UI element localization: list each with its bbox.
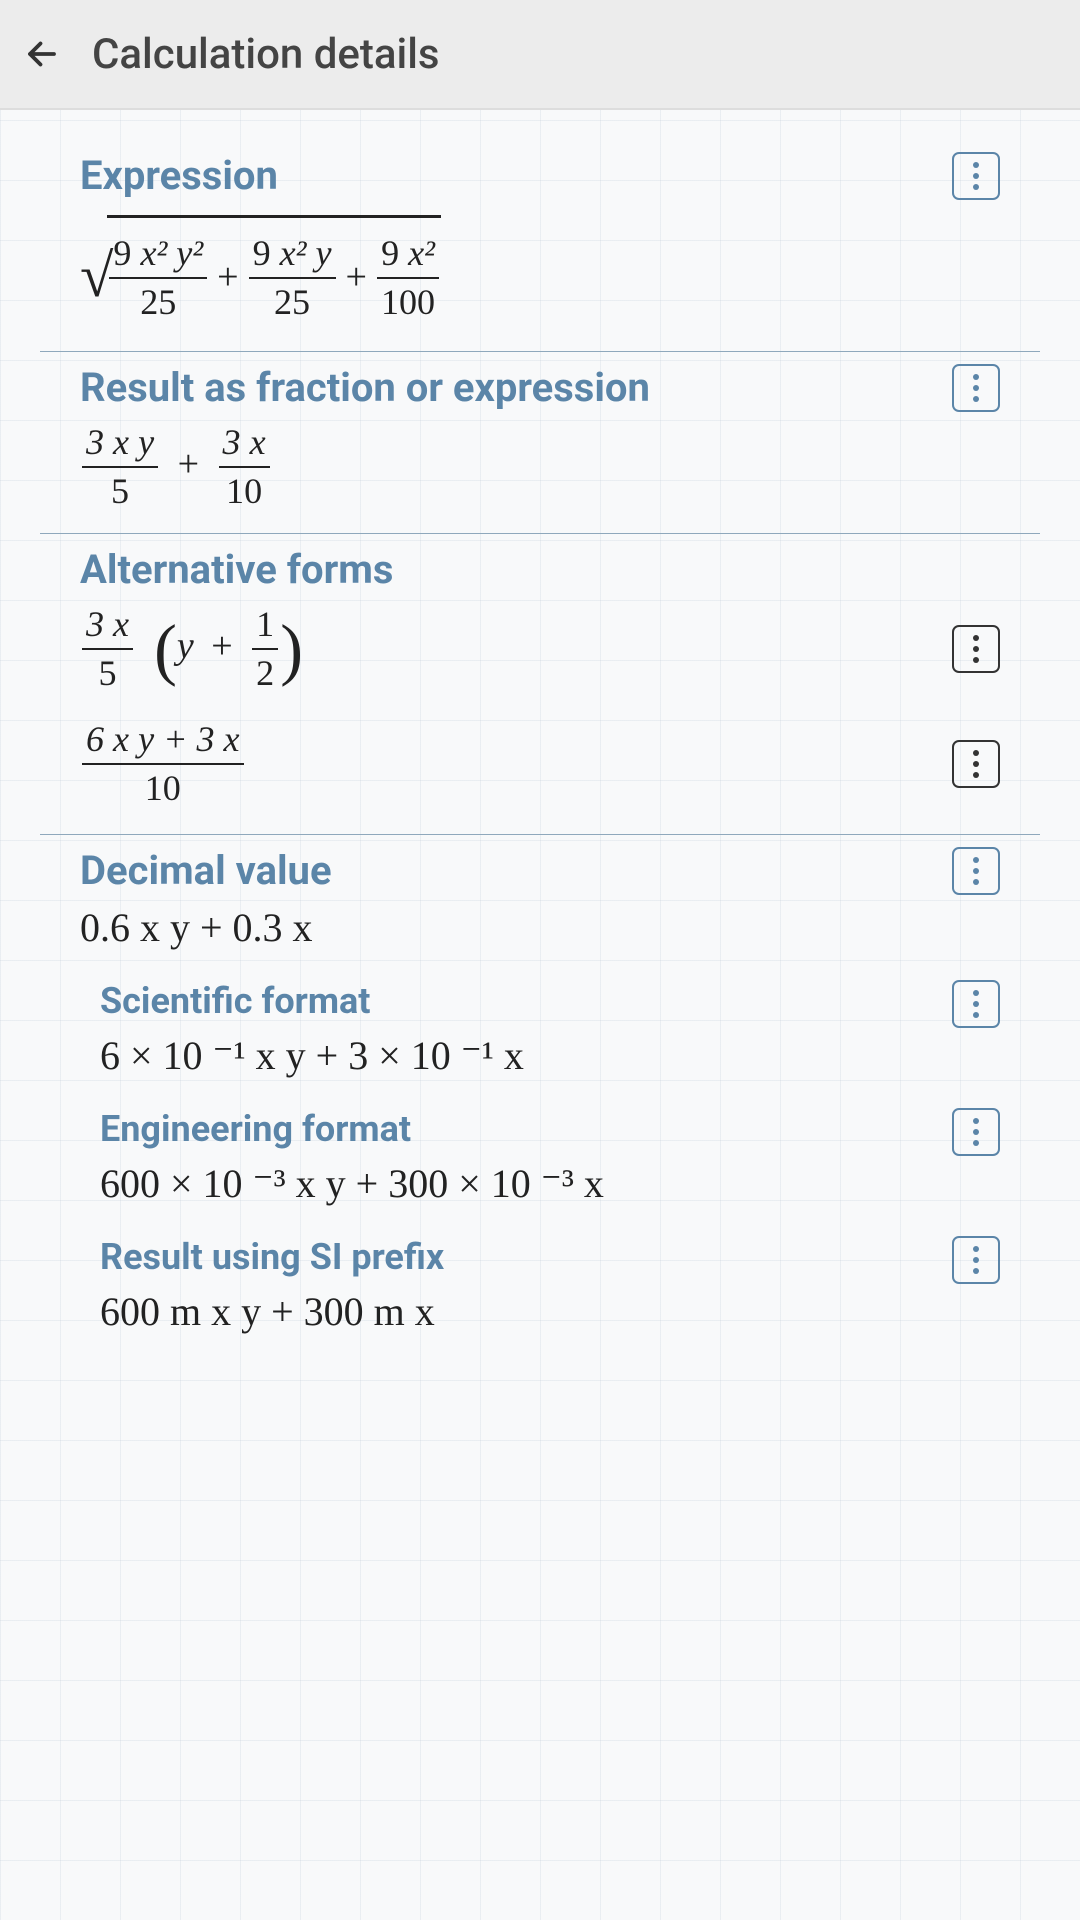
decimal-more-button[interactable] [952,847,1000,895]
expression-more-button[interactable] [952,152,1000,200]
si-prefix-more-button[interactable] [952,1236,1000,1284]
fres-t2-num: 3 x [219,421,270,468]
expr-t1-den: 25 [136,279,180,324]
dots-vertical-icon [973,162,979,168]
expr-t2-coef: 9 [253,233,271,273]
back-button[interactable] [20,32,64,76]
dots-vertical-icon [973,374,979,380]
si-prefix-value: 600 m x y + 300 m x [100,1288,952,1336]
alternative-form-1: 3 x 5 (y + 1 2 ) [80,603,1000,696]
section-expression: Expression √ 9 x² y² 25 + 9 x² y [40,140,1040,352]
alt1-in-den: 2 [252,650,278,695]
subsection-engineering: Engineering format 600 × 10 ⁻³ x y + 300… [80,1108,1000,1208]
expression-heading: Expression [80,152,942,199]
fraction-result-heading: Result as fraction or expression [80,364,942,411]
expr-t2-den: 25 [270,279,314,324]
alt1-lead-num: 3 x [82,603,133,650]
right-paren-icon: ) [280,619,303,681]
dots-vertical-icon [973,750,979,756]
alt1-in-num: 1 [252,603,278,650]
expr-t3-vars: x² [408,233,435,273]
fraction-result-formula: 3 x y 5 + 3 x 10 [80,421,942,514]
subsection-scientific: Scientific format 6 × 10 ⁻¹ x y + 3 × 10… [80,980,1000,1080]
scientific-value: 6 × 10 ⁻¹ x y + 3 × 10 ⁻¹ x [100,1032,952,1080]
si-prefix-heading: Result using SI prefix [100,1236,952,1278]
sqrt-icon: √ [80,219,113,335]
fres-t2-den: 10 [222,468,266,513]
app-header: Calculation details [0,0,1080,110]
alt2-den: 10 [141,765,185,810]
alt-form1-more-button[interactable] [952,625,1000,673]
engineering-heading: Engineering format [100,1108,952,1150]
content-area: Expression √ 9 x² y² 25 + 9 x² y [0,110,1080,1376]
decimal-value: 0.6 x y + 0.3 x [80,904,942,952]
plus-sign: + [211,625,232,667]
fres-t1-num: 3 x y [82,421,158,468]
alt1-inside-var: y [177,625,194,667]
fres-t1-den: 5 [107,468,133,513]
expr-t3-coef: 9 [381,233,399,273]
dots-vertical-icon [973,1246,979,1252]
expr-t1-vars: x² y² [140,233,203,273]
scientific-heading: Scientific format [100,980,952,1022]
expr-t2-vars: x² y [280,233,332,273]
expr-t3-den: 100 [377,279,439,324]
alt-form2-more-button[interactable] [952,740,1000,788]
alt2-num: 6 x y + 3 x [82,718,244,765]
dots-vertical-icon [973,1118,979,1124]
plus-sign: + [217,255,238,301]
dots-vertical-icon [973,635,979,641]
section-decimal: Decimal value 0.6 x y + 0.3 x Scientific… [40,835,1040,1336]
dots-vertical-icon [973,857,979,863]
scientific-more-button[interactable] [952,980,1000,1028]
left-paren-icon: ( [154,619,177,681]
dots-vertical-icon [973,990,979,996]
alt1-lead-den: 5 [95,650,121,695]
page-title: Calculation details [92,30,440,79]
engineering-more-button[interactable] [952,1108,1000,1156]
section-fraction-result: Result as fraction or expression 3 x y 5… [40,352,1040,535]
plus-sign: + [346,255,367,301]
alternative-form-2: 6 x y + 3 x 10 [80,718,1000,811]
arrow-left-icon [24,36,60,72]
section-alternative-forms: Alternative forms 3 x 5 (y + 1 2 ) [40,534,1040,835]
subsection-si-prefix: Result using SI prefix 600 m x y + 300 m… [80,1236,1000,1336]
decimal-heading: Decimal value [80,847,942,894]
engineering-value: 600 × 10 ⁻³ x y + 300 × 10 ⁻³ x [100,1160,952,1208]
plus-sign: + [178,443,199,485]
alternative-heading: Alternative forms [80,546,1000,593]
expr-t1-coef: 9 [113,233,131,273]
expression-formula: √ 9 x² y² 25 + 9 x² y 25 + [80,209,942,331]
fraction-result-more-button[interactable] [952,364,1000,412]
